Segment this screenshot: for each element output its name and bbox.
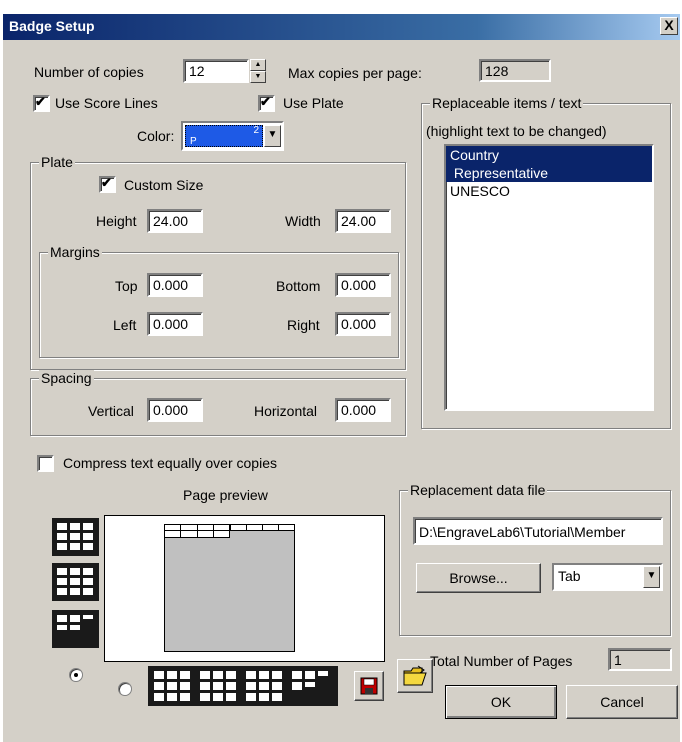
use-plate-checkbox[interactable] <box>258 94 275 112</box>
color-label: Color: <box>137 128 175 144</box>
margin-top-label: Top <box>115 278 138 294</box>
close-button[interactable]: X <box>660 17 678 35</box>
use-score-lines-checkbox[interactable] <box>33 94 50 112</box>
spacing-group-label: Spacing <box>39 370 94 386</box>
layout-grid-3x3-alt-icon[interactable] <box>52 563 99 601</box>
vertical-spacing-input[interactable]: 0.000 <box>147 398 203 422</box>
margin-right-label: Right <box>287 317 320 333</box>
margin-top-input[interactable]: 0.000 <box>147 273 203 297</box>
page-preview-label: Page preview <box>183 487 268 503</box>
width-input[interactable]: 24.00 <box>335 209 391 233</box>
delimiter-value: Tab <box>558 568 581 584</box>
window-title: Badge Setup <box>9 18 95 34</box>
replacement-file-group-label: Replacement data file <box>408 482 548 498</box>
margin-right-input[interactable]: 0.000 <box>335 312 391 336</box>
spin-down-icon[interactable]: ▼ <box>250 71 266 83</box>
margin-bottom-input[interactable]: 0.000 <box>335 273 391 297</box>
replaceable-items-list[interactable]: Country Representative UNESCO <box>444 144 654 411</box>
color-dropdown[interactable]: 2 P ▼ <box>181 121 284 151</box>
horizontal-spacing-input[interactable]: 0.000 <box>335 398 391 422</box>
open-folder-icon <box>403 665 427 686</box>
layout-radio-horizontal[interactable] <box>118 682 132 696</box>
margins-group-label: Margins <box>48 244 102 260</box>
layout-horizontal-strip-icon[interactable] <box>148 666 338 706</box>
total-pages-label: Total Number of Pages <box>430 653 573 669</box>
list-item[interactable]: Country <box>446 146 652 164</box>
title-bar[interactable]: Badge Setup X <box>3 14 680 40</box>
margin-bottom-label: Bottom <box>276 278 321 294</box>
color-swatch-bottom-label: P <box>190 136 197 147</box>
color-swatch-top-label: 2 <box>253 125 259 136</box>
vertical-label: Vertical <box>88 403 134 419</box>
custom-size-label: Custom Size <box>124 177 204 193</box>
list-item[interactable]: Representative <box>446 164 652 182</box>
layout-grid-3x3-icon[interactable] <box>52 518 99 556</box>
ok-button[interactable]: OK <box>445 685 557 719</box>
layout-partial-icon[interactable] <box>52 610 99 648</box>
horizontal-label: Horizontal <box>254 403 318 419</box>
delimiter-dropdown[interactable]: Tab ▼ <box>552 563 663 591</box>
preview-page-area <box>164 524 295 652</box>
margin-left-input[interactable]: 0.000 <box>147 312 203 336</box>
compress-text-checkbox[interactable] <box>37 455 54 472</box>
save-button[interactable] <box>354 671 384 701</box>
number-of-copies-input[interactable]: 12 <box>183 59 249 83</box>
custom-size-checkbox[interactable] <box>99 175 116 193</box>
use-score-lines-label: Use Score Lines <box>55 95 158 111</box>
cancel-button[interactable]: Cancel <box>566 685 678 719</box>
spin-up-icon[interactable]: ▲ <box>250 59 266 71</box>
margins-group: Margins <box>39 244 399 358</box>
chevron-down-icon[interactable]: ▼ <box>643 566 660 588</box>
color-swatch: 2 P <box>185 125 263 147</box>
margin-left-label: Left <box>113 317 137 333</box>
replacement-file-path-input[interactable]: D:\EngraveLab6\Tutorial\Member <box>413 517 663 545</box>
list-item[interactable]: UNESCO <box>446 182 652 200</box>
chevron-down-icon[interactable]: ▼ <box>264 125 281 147</box>
floppy-disk-icon <box>360 677 378 695</box>
copies-spinner[interactable]: ▲ ▼ <box>250 59 266 83</box>
close-icon: X <box>664 17 674 33</box>
plate-group-label: Plate <box>39 154 75 170</box>
max-copies-value: 128 <box>479 59 551 82</box>
badge-setup-dialog: Badge Setup X Number of copies 12 ▲ ▼ Ma… <box>3 14 680 742</box>
compress-text-label: Compress text equally over copies <box>63 455 277 471</box>
total-pages-value: 1 <box>608 648 672 671</box>
replaceable-hint: (highlight text to be changed) <box>426 123 607 139</box>
replaceable-items-group-label: Replaceable items / text <box>430 95 584 111</box>
layout-radio-vertical[interactable] <box>69 668 83 682</box>
open-button[interactable] <box>397 659 433 693</box>
height-label: Height <box>96 213 137 229</box>
page-preview <box>104 515 385 662</box>
browse-button[interactable]: Browse... <box>416 563 541 593</box>
height-input[interactable]: 24.00 <box>147 209 203 233</box>
width-label: Width <box>285 213 321 229</box>
number-of-copies-label: Number of copies <box>34 64 144 80</box>
max-copies-label: Max copies per page: <box>288 65 422 81</box>
use-plate-label: Use Plate <box>283 95 344 111</box>
